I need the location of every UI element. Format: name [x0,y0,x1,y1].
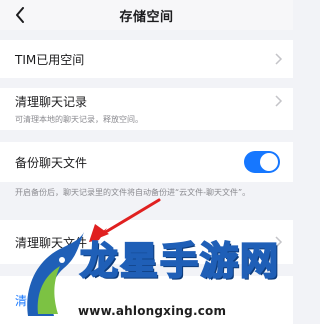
clear-cache-row[interactable]: 清空缓 [0,276,293,324]
tim-space-label: TIM已用空间 [15,52,85,67]
clean-records-label: 清理聊天记录 [15,94,88,109]
clean-records-row[interactable]: 清理聊天记录 [0,88,293,114]
navigation-bar: 存储空间 [0,0,293,30]
chevron-left-icon[interactable] [10,5,30,25]
red-arrow-annotation [89,198,161,242]
chevron-right-icon [275,236,283,248]
backup-toggle[interactable] [244,151,280,173]
clean-records-desc-row: 可清理本地的聊天记录，释放空间。 [0,114,293,130]
tim-space-row[interactable]: TIM已用空间 [0,40,293,78]
clear-cache-label: 清空缓 [15,293,52,308]
backup-files-row: 备份聊天文件 [0,142,293,182]
toggle-knob [260,153,278,171]
clean-records-description: 可清理本地的聊天记录，释放空间。 [15,115,143,124]
page-title: 存储空间 [119,9,174,25]
chevron-right-icon [275,95,283,107]
chevron-right-icon [275,53,283,65]
